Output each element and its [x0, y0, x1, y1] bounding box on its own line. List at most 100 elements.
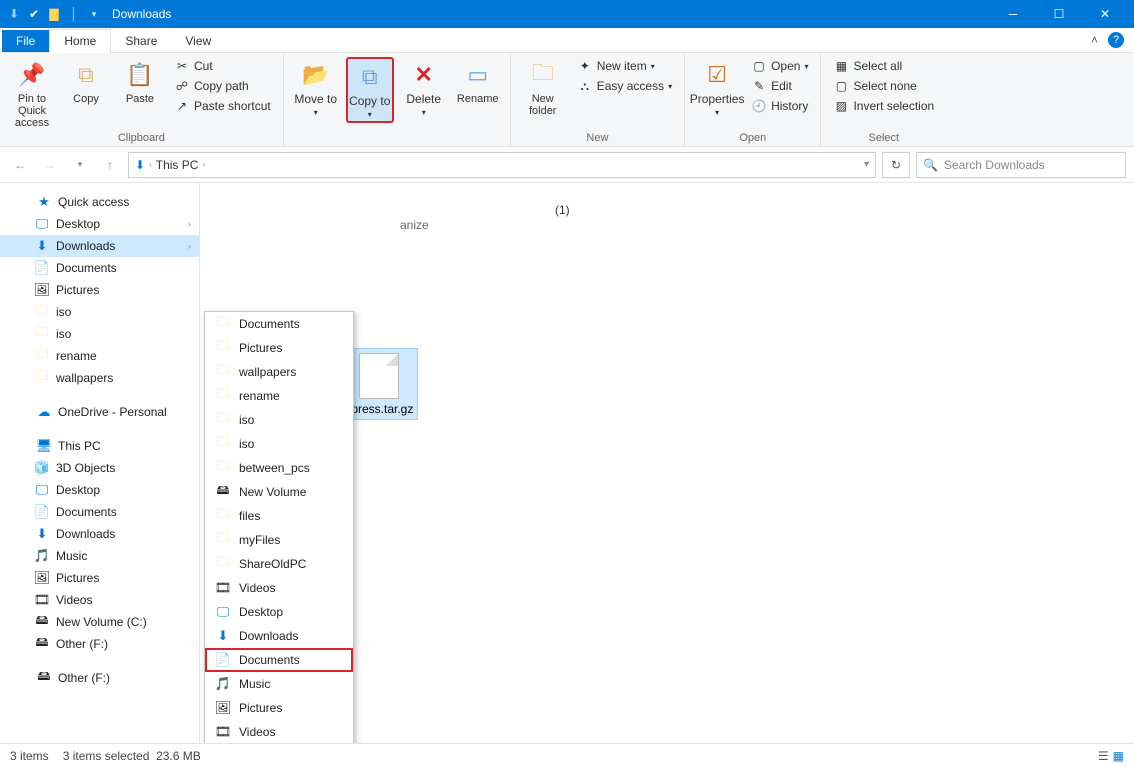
- dropdown-item-documents[interactable]: 🗀Documents: [205, 312, 353, 336]
- help-icon[interactable]: ?: [1108, 32, 1124, 48]
- nav-desktop2[interactable]: 🖵Desktop: [0, 479, 199, 501]
- folder-icon: 🗀: [34, 304, 50, 320]
- easyaccess-button[interactable]: ⛬Easy access ▾: [573, 77, 676, 95]
- nav-iso[interactable]: 🗀iso: [0, 301, 199, 323]
- nav-quickaccess[interactable]: ★Quick access: [0, 191, 199, 213]
- tab-share[interactable]: Share: [111, 30, 171, 52]
- tab-view[interactable]: View: [171, 30, 225, 52]
- nav-thispc[interactable]: 🖥This PC: [0, 435, 199, 457]
- invertsel-button[interactable]: ▨Invert selection: [829, 97, 938, 115]
- dropdown-item-rename[interactable]: 🗀rename: [205, 384, 353, 408]
- refresh-button[interactable]: ↻: [882, 152, 910, 178]
- folder-icon: 🗀: [34, 370, 50, 386]
- view-details-icon[interactable]: ☰: [1098, 749, 1109, 763]
- dropdown-item-shareoldpc[interactable]: 🗀ShareOldPC: [205, 552, 353, 576]
- properties-button[interactable]: ☑ Properties▾: [693, 57, 741, 119]
- qat-dropdown-icon[interactable]: ▾: [86, 6, 102, 22]
- ribbon-tabs: File Home Share View ˄ ?: [0, 28, 1134, 53]
- cut-button[interactable]: ✂Cut: [170, 57, 275, 75]
- dropdown-item-new-volume[interactable]: 🖴New Volume: [205, 480, 353, 504]
- cut-icon: ✂: [174, 58, 190, 74]
- back-button[interactable]: ←: [8, 153, 32, 177]
- folder-icon: 🗀: [34, 348, 50, 364]
- file-icon: [359, 353, 399, 399]
- recent-button[interactable]: ▾: [68, 153, 92, 177]
- nav-desktop[interactable]: 🖵Desktop›: [0, 213, 199, 235]
- rename-button[interactable]: ▭ Rename: [454, 57, 502, 105]
- copyto-button[interactable]: ⧉ Copy to ▾: [346, 57, 394, 123]
- nav-videos[interactable]: 🎞Videos: [0, 589, 199, 611]
- nav-onedrive[interactable]: ☁OneDrive - Personal: [0, 401, 199, 423]
- qat-check-icon[interactable]: ✔: [26, 6, 42, 22]
- nav-3dobjects[interactable]: 🧊3D Objects: [0, 457, 199, 479]
- newitem-button[interactable]: ✦New item ▾: [573, 57, 676, 75]
- newfolder-button[interactable]: 🗀 New folder: [519, 57, 567, 117]
- nav-newvol[interactable]: 🖴New Volume (C:): [0, 611, 199, 633]
- folder-icon: 🗀: [215, 556, 231, 572]
- tab-home[interactable]: Home: [49, 29, 111, 53]
- folder-icon: 🗀: [215, 508, 231, 524]
- paste-button[interactable]: 📋 Paste: [116, 57, 164, 105]
- nav-otherf[interactable]: 🖴Other (F:): [0, 633, 199, 655]
- shortcut-icon: ↗: [174, 98, 190, 114]
- delete-button[interactable]: ✕ Delete▾: [400, 57, 448, 119]
- nav-music[interactable]: 🎵Music: [0, 545, 199, 567]
- qat-folder-icon[interactable]: ▇: [46, 6, 62, 22]
- nav-pictures[interactable]: 🖼Pictures: [0, 279, 199, 301]
- close-button[interactable]: ✕: [1082, 0, 1128, 28]
- dropdown-item-iso[interactable]: 🗀iso: [205, 408, 353, 432]
- edit-button[interactable]: ✎Edit: [747, 77, 812, 95]
- nav-documents[interactable]: 📄Documents: [0, 257, 199, 279]
- window-title: Downloads: [112, 7, 171, 21]
- nav-wallpapers[interactable]: 🗀wallpapers: [0, 367, 199, 389]
- nav-iso2[interactable]: 🗀iso: [0, 323, 199, 345]
- selectall-button[interactable]: ▦Select all: [829, 57, 938, 75]
- addr-dropdown-icon[interactable]: ▾: [864, 159, 869, 170]
- group-header[interactable]: (1): [555, 203, 570, 217]
- dropdown-item-desktop[interactable]: 🖵Desktop: [205, 600, 353, 624]
- dropdown-item-documents[interactable]: 📄Documents: [205, 648, 353, 672]
- address-bar: ← → ▾ ↑ ⬇ › This PC › ▾ ↻ 🔍 Search Downl…: [0, 147, 1134, 183]
- nav-downloads2[interactable]: ⬇Downloads: [0, 523, 199, 545]
- qat-down-icon[interactable]: ⬇: [6, 6, 22, 22]
- copypath-button[interactable]: ☍Copy path: [170, 77, 275, 95]
- history-icon: 🕘: [751, 98, 767, 114]
- dropdown-item-music[interactable]: 🎵Music: [205, 672, 353, 696]
- nav-downloads[interactable]: ⬇Downloads›: [0, 235, 199, 257]
- nav-rename[interactable]: 🗀rename: [0, 345, 199, 367]
- dropdown-item-myfiles[interactable]: 🗀myFiles: [205, 528, 353, 552]
- dropdown-item-pictures[interactable]: 🗀Pictures: [205, 336, 353, 360]
- copyto-icon: ⧉: [354, 61, 386, 93]
- history-button[interactable]: 🕘History: [747, 97, 812, 115]
- dropdown-item-between-pcs[interactable]: 🗀between_pcs: [205, 456, 353, 480]
- tab-file[interactable]: File: [2, 30, 49, 52]
- ribbon-collapse-icon[interactable]: ˄: [1091, 33, 1098, 47]
- maximize-button[interactable]: ☐: [1036, 0, 1082, 28]
- moveto-button[interactable]: 📂 Move to ▾: [292, 57, 340, 119]
- pin-quickaccess-button[interactable]: 📌 Pin to Quick access: [8, 57, 56, 129]
- edit-icon: ✎: [751, 78, 767, 94]
- nav-documents2[interactable]: 📄Documents: [0, 501, 199, 523]
- dropdown-item-files[interactable]: 🗀files: [205, 504, 353, 528]
- dropdown-item-downloads[interactable]: ⬇Downloads: [205, 624, 353, 648]
- forward-button[interactable]: →: [38, 153, 62, 177]
- dropdown-item-iso[interactable]: 🗀iso: [205, 432, 353, 456]
- nav-otherf2[interactable]: 🖴Other (F:): [0, 667, 199, 689]
- address-input[interactable]: ⬇ › This PC › ▾: [128, 152, 876, 178]
- paste-shortcut-button[interactable]: ↗Paste shortcut: [170, 97, 275, 115]
- dropdown-item-wallpapers[interactable]: 🗀wallpapers: [205, 360, 353, 384]
- dropdown-item-pictures[interactable]: 🖼Pictures: [205, 696, 353, 720]
- dropdown-item-videos[interactable]: 🎞Videos: [205, 576, 353, 600]
- minimize-button[interactable]: ─: [990, 0, 1036, 28]
- dropdown-item-videos[interactable]: 🎞Videos: [205, 720, 353, 743]
- nav-pictures2[interactable]: 🖼Pictures: [0, 567, 199, 589]
- open-button[interactable]: ▢Open ▾: [747, 57, 812, 75]
- search-input[interactable]: 🔍 Search Downloads: [916, 152, 1126, 178]
- copy-button[interactable]: ⧉ Copy: [62, 57, 110, 105]
- selectnone-button[interactable]: ▢Select none: [829, 77, 938, 95]
- up-button[interactable]: ↑: [98, 153, 122, 177]
- moveto-icon: 📂: [300, 59, 332, 91]
- video-icon: 🎞: [215, 724, 231, 740]
- newfolder-icon: 🗀: [527, 59, 559, 91]
- view-icons-icon[interactable]: ▦: [1113, 749, 1124, 763]
